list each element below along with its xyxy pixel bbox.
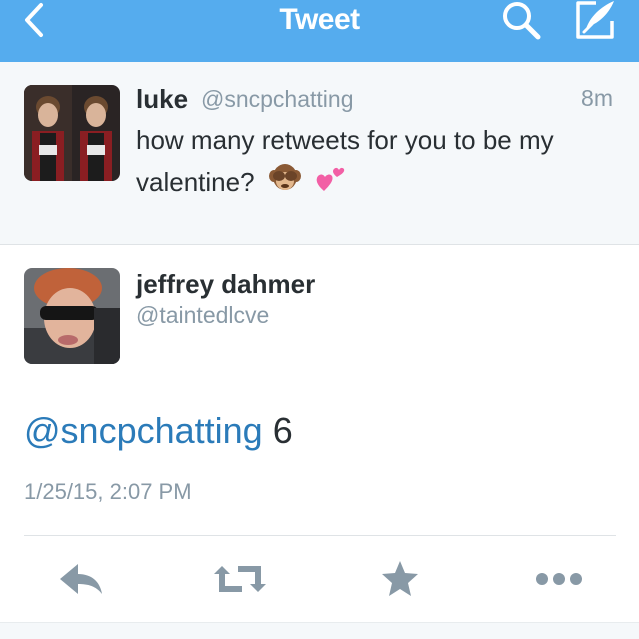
author-handle[interactable]: @taintedlcve: [136, 302, 269, 329]
more-icon: [536, 573, 582, 585]
avatar-photo: [24, 268, 120, 364]
search-icon: [503, 2, 541, 40]
tweet-date: 1/25/15, 2:07 PM: [24, 479, 192, 504]
action-bar: [0, 536, 639, 622]
avatar[interactable]: [24, 268, 120, 364]
nav-bar: Tweet: [0, 0, 639, 62]
compose-button[interactable]: [569, 0, 621, 42]
compose-icon: [576, 1, 614, 39]
mention-link[interactable]: @sncpchatting: [24, 410, 263, 451]
avatar[interactable]: [24, 85, 120, 181]
author-name[interactable]: jeffrey dahmer: [136, 269, 315, 300]
favorite-button[interactable]: [370, 554, 430, 604]
tweet-text-body: 6: [262, 410, 293, 451]
next-section-edge: [0, 622, 639, 639]
retweet-button[interactable]: [210, 554, 270, 604]
see-no-evil-monkey-emoji: [268, 162, 302, 206]
tweet-text: how many retweets for you to be my valen…: [136, 119, 606, 206]
more-button[interactable]: [529, 554, 589, 604]
author-name[interactable]: luke: [136, 84, 188, 115]
retweet-icon: [214, 566, 266, 592]
two-hearts-emoji: [315, 163, 345, 205]
tweet-timestamp: 8m: [581, 85, 613, 111]
favorite-star-icon: [382, 561, 418, 596]
avatar-photo: [24, 85, 120, 181]
tweet-text: @sncpchatting 6: [24, 410, 293, 452]
reply-icon: [60, 564, 102, 594]
search-button[interactable]: [497, 0, 547, 42]
tweet-detail-screen: Tweet luke @sncpchatting 8m how many ret…: [0, 0, 639, 639]
author-handle[interactable]: @sncpchatting: [201, 86, 354, 113]
original-tweet[interactable]: luke @sncpchatting 8m how many retweets …: [0, 62, 639, 245]
reply-button[interactable]: [51, 554, 111, 604]
